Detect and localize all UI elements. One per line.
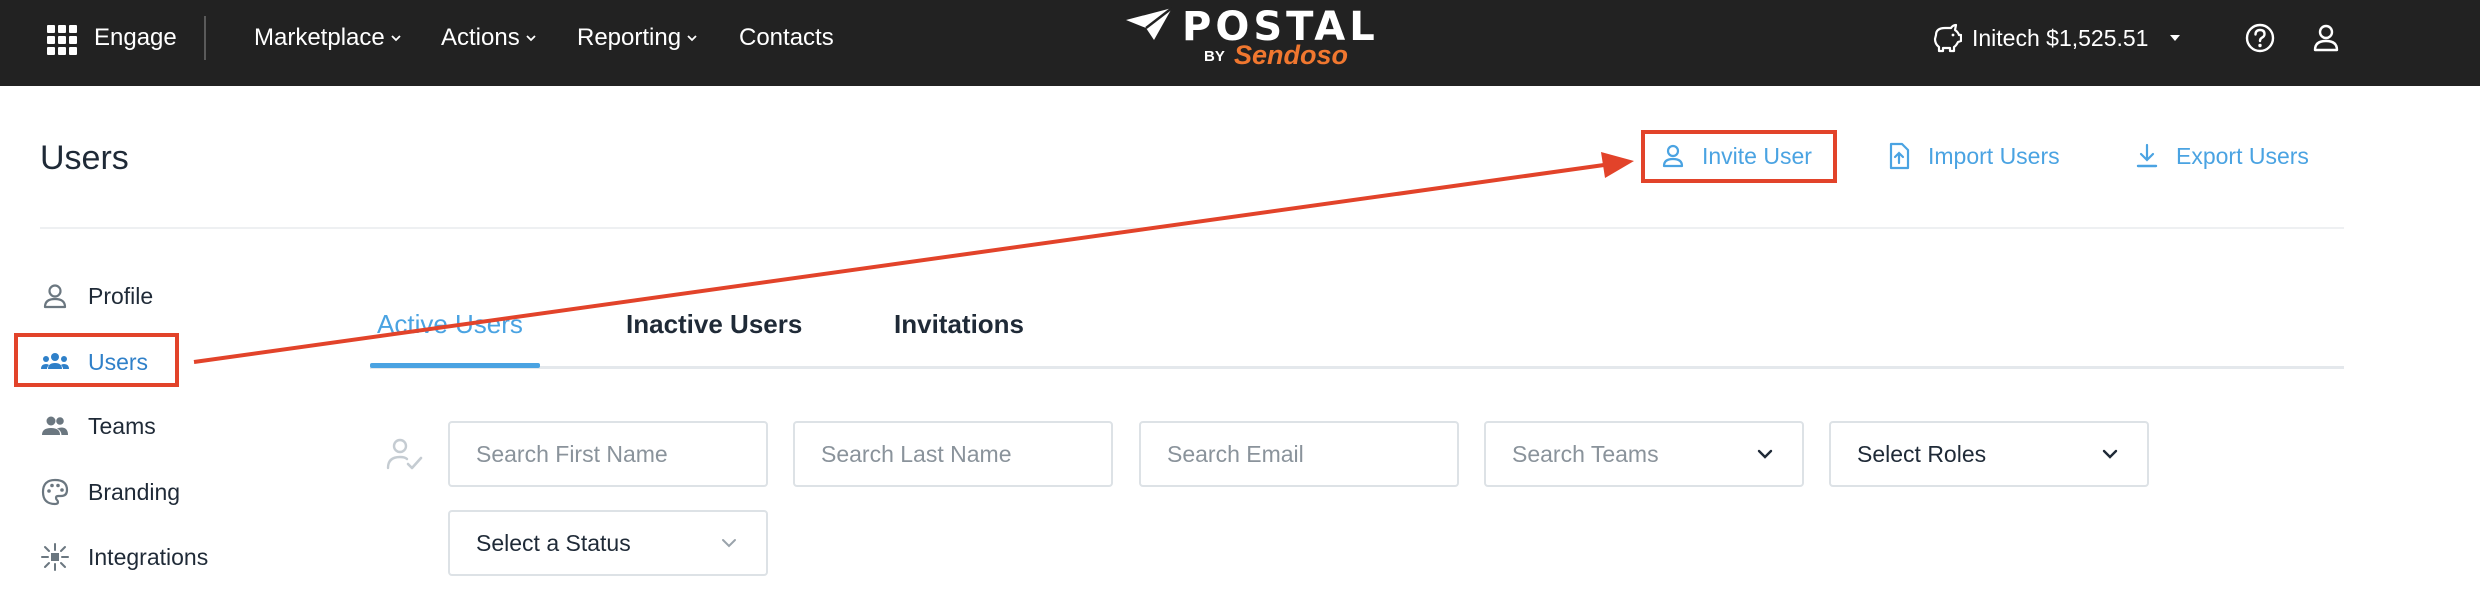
roles-select[interactable]: Select Roles bbox=[1829, 421, 2149, 487]
user-icon[interactable] bbox=[2310, 22, 2342, 54]
help-icon[interactable] bbox=[2244, 22, 2276, 54]
download-icon bbox=[2136, 143, 2158, 168]
sidebar-item-label: Integrations bbox=[88, 543, 209, 570]
nav-contacts-label: Contacts bbox=[739, 24, 834, 51]
first-name-search-field[interactable] bbox=[448, 421, 768, 487]
teams-search-select[interactable]: Search Teams bbox=[1484, 421, 1804, 487]
postal-logo[interactable]: POSTAL BY Sendoso bbox=[1124, 4, 1375, 72]
person-icon bbox=[43, 284, 67, 309]
nav-actions[interactable]: Actions bbox=[441, 24, 538, 52]
balance-text: Initech $1,525.51 bbox=[1972, 24, 2149, 51]
tab-inactive-users[interactable]: Inactive Users bbox=[626, 306, 802, 342]
top-navigation-bar: Engage Marketplace Actions Reporting Con… bbox=[0, 0, 2480, 86]
user-check-icon bbox=[386, 438, 423, 470]
team-icon bbox=[42, 416, 68, 435]
sidebar-item-branding[interactable]: Branding bbox=[40, 472, 180, 512]
export-users-button[interactable]: Export Users bbox=[2134, 140, 2309, 172]
nav-contacts[interactable]: Contacts bbox=[739, 24, 834, 52]
paper-plane-icon bbox=[1126, 7, 1173, 40]
page-title: Users bbox=[40, 139, 129, 177]
nav-marketplace-label: Marketplace bbox=[254, 24, 385, 51]
status-select[interactable]: Select a Status bbox=[448, 510, 768, 576]
piggy-bank-icon bbox=[1933, 23, 1962, 53]
app-name[interactable]: Engage bbox=[94, 24, 177, 52]
account-balance-dropdown[interactable]: Initech $1,525.51 bbox=[1930, 22, 2182, 54]
caret-down-icon bbox=[2170, 35, 2181, 41]
invite-user-highlight-box bbox=[1641, 130, 1837, 183]
sidebar-item-label: Teams bbox=[88, 412, 156, 439]
integrations-icon bbox=[41, 543, 69, 571]
logo-brand: Sendoso bbox=[1234, 40, 1349, 70]
tab-active-users[interactable]: Active Users bbox=[377, 306, 523, 342]
chevron-down-icon bbox=[722, 539, 736, 548]
sidebar-item-integrations[interactable]: Integrations bbox=[40, 537, 208, 577]
users-highlight-box bbox=[14, 333, 179, 387]
nav-reporting[interactable]: Reporting bbox=[577, 24, 699, 52]
apps-grid-icon[interactable] bbox=[46, 24, 78, 56]
header-divider bbox=[40, 227, 2344, 229]
topbar-divider bbox=[204, 16, 206, 60]
file-upload-icon bbox=[1889, 142, 1910, 170]
sidebar-item-label: Profile bbox=[88, 282, 154, 309]
chevron-down-icon bbox=[391, 35, 401, 42]
teams-search-placeholder: Search Teams bbox=[1512, 440, 1659, 467]
chevron-down-icon bbox=[1757, 449, 1773, 459]
roles-select-label: Select Roles bbox=[1857, 440, 1987, 467]
nav-marketplace[interactable]: Marketplace bbox=[254, 24, 403, 52]
sidebar-item-label: Branding bbox=[88, 478, 181, 505]
first-name-search-input[interactable] bbox=[476, 440, 740, 468]
sidebar-item-teams[interactable]: Teams bbox=[40, 406, 156, 446]
chevron-down-icon bbox=[526, 35, 536, 42]
last-name-search-input[interactable] bbox=[821, 440, 1085, 468]
chevron-down-icon bbox=[687, 35, 697, 42]
import-users-button[interactable]: Import Users bbox=[1886, 140, 2060, 172]
annotation-arrow bbox=[193, 152, 1634, 364]
last-name-search-field[interactable] bbox=[793, 421, 1113, 487]
active-tab-indicator bbox=[370, 363, 540, 368]
logo-by: BY bbox=[1204, 48, 1225, 65]
email-search-field[interactable] bbox=[1139, 421, 1459, 487]
email-search-input[interactable] bbox=[1167, 440, 1431, 468]
status-select-label: Select a Status bbox=[476, 529, 631, 556]
sidebar-item-profile[interactable]: Profile bbox=[40, 276, 153, 316]
tab-invitations[interactable]: Invitations bbox=[894, 306, 1024, 342]
nav-actions-label: Actions bbox=[441, 24, 520, 51]
chevron-down-icon bbox=[2102, 449, 2118, 459]
nav-reporting-label: Reporting bbox=[577, 24, 682, 51]
palette-icon bbox=[41, 478, 69, 506]
import-users-label: Import Users bbox=[1928, 143, 2060, 169]
export-users-label: Export Users bbox=[2176, 143, 2309, 169]
tabs-baseline bbox=[370, 366, 2344, 369]
